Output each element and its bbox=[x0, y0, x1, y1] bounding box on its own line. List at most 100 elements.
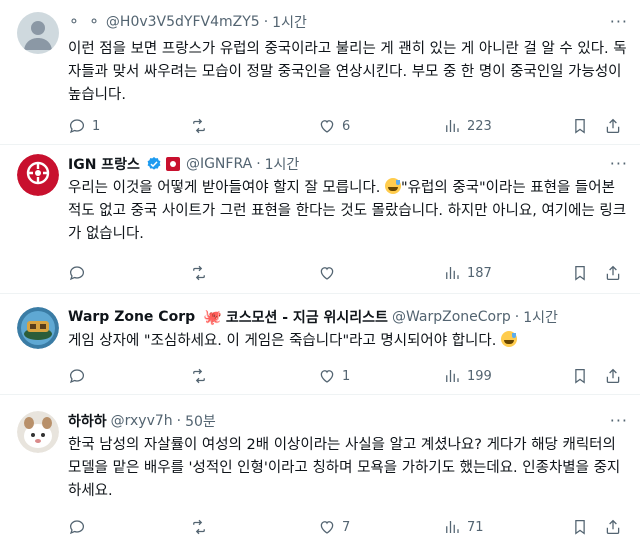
timestamp[interactable]: 1시간 bbox=[523, 307, 558, 327]
bookmark-button[interactable] bbox=[571, 264, 589, 282]
view-count: 223 bbox=[467, 118, 492, 134]
views-button[interactable]: 223 bbox=[443, 117, 492, 135]
verified-badge-icon bbox=[147, 157, 161, 170]
like-button[interactable]: 1 bbox=[318, 367, 350, 385]
avatar-hahaha[interactable] bbox=[17, 411, 59, 453]
retweet-icon bbox=[190, 117, 208, 135]
user-handle[interactable]: @WarpZoneCorp bbox=[392, 309, 511, 325]
user-handle[interactable]: @rxyv7h bbox=[111, 413, 173, 429]
tweet-actions: 1 6 223 bbox=[68, 116, 628, 136]
display-name[interactable]: Warp Zone Corp bbox=[68, 309, 195, 325]
avatar-default[interactable] bbox=[17, 12, 59, 54]
reply-icon bbox=[68, 518, 86, 536]
tweet-text: 한국 남성의 자살률이 여성의 2배 이상이라는 사실을 알고 계셨나요? 게다… bbox=[68, 437, 621, 499]
tweet-text-part: 우리는 이것을 어떻게 받아들여야 할지 잘 모릅니다. bbox=[68, 180, 386, 196]
analytics-icon bbox=[443, 518, 461, 536]
share-icon bbox=[604, 518, 622, 536]
analytics-icon bbox=[443, 264, 461, 282]
retweet-button[interactable] bbox=[190, 117, 208, 135]
tweet[interactable]: Warp Zone Corp 🐙 코스모션 - 지금 위시리스트 @WarpZo… bbox=[0, 294, 640, 395]
bookmark-button[interactable] bbox=[571, 367, 589, 385]
bookmark-icon bbox=[571, 367, 589, 385]
share-button[interactable] bbox=[604, 117, 622, 135]
tweet[interactable]: IGN 프랑스 @IGNFRA · 1시간 ··· 우리는 이것을 어떻게 받아… bbox=[0, 145, 640, 294]
reply-icon bbox=[68, 367, 86, 385]
bookmark-icon bbox=[571, 117, 589, 135]
tweet-text: 게임 상자에 "조심하세요. 이 게임은 죽습니다"라고 명시되어야 합니다. bbox=[68, 330, 628, 353]
tweet-text-part: 게임 상자에 "조심하세요. 이 게임은 죽습니다"라고 명시되어야 합니다. bbox=[68, 333, 497, 349]
octopus-emoji-icon: 🐙 bbox=[203, 308, 222, 326]
retweet-button[interactable] bbox=[190, 264, 208, 282]
retweet-icon bbox=[190, 518, 208, 536]
avatar-ign-france[interactable] bbox=[17, 154, 59, 196]
timestamp[interactable]: 1시간 bbox=[272, 12, 307, 32]
user-handle[interactable]: @H0v3V5dYFV4mZY5 bbox=[106, 14, 260, 30]
display-name[interactable]: IGN 프랑스 bbox=[68, 154, 140, 174]
user-handle[interactable]: @IGNFRA bbox=[186, 156, 252, 172]
more-options-icon[interactable]: ··· bbox=[610, 411, 628, 430]
reply-icon bbox=[68, 117, 86, 135]
more-options-icon[interactable]: ··· bbox=[610, 12, 628, 31]
tweet-header: Warp Zone Corp 🐙 코스모션 - 지금 위시리스트 @WarpZo… bbox=[68, 307, 628, 327]
analytics-icon bbox=[443, 367, 461, 385]
like-count: 7 bbox=[342, 519, 351, 535]
like-button[interactable] bbox=[318, 264, 336, 282]
share-icon bbox=[604, 117, 622, 135]
reply-button[interactable]: 1 bbox=[68, 117, 100, 135]
heart-icon bbox=[318, 518, 336, 536]
share-button[interactable] bbox=[604, 264, 622, 282]
retweet-button[interactable] bbox=[190, 518, 208, 536]
tweet-text: 우리는 이것을 어떻게 받아들여야 할지 잘 모릅니다. "유럽의 중국"이라는… bbox=[68, 177, 628, 246]
share-button[interactable] bbox=[604, 367, 622, 385]
share-icon bbox=[604, 367, 622, 385]
share-button[interactable] bbox=[604, 518, 622, 536]
tweet[interactable]: 하하하 @rxyv7h · 50분 ··· 한국 남성의 자살률이 여성의 2배… bbox=[0, 395, 640, 549]
avatar-warp-zone[interactable] bbox=[17, 307, 59, 349]
reply-count: 1 bbox=[92, 118, 101, 134]
like-count: 1 bbox=[342, 368, 351, 384]
display-name-suffix[interactable]: 코스모션 - 지금 위시리스트 bbox=[226, 307, 388, 327]
analytics-icon bbox=[443, 117, 461, 135]
tweet-header: ⚬ ⚬ @H0v3V5dYFV4mZY5 · 1시간 bbox=[68, 12, 628, 32]
bookmark-icon bbox=[571, 518, 589, 536]
separator-dot: · bbox=[176, 413, 182, 429]
tweet-text: 이런 점을 보면 프랑스가 유럽의 중국이라고 불리는 게 괜히 있는 게 아니… bbox=[68, 41, 627, 103]
heart-icon bbox=[318, 264, 336, 282]
tweet-header: IGN 프랑스 @IGNFRA · 1시간 bbox=[68, 154, 628, 174]
tweet-actions: 187 bbox=[68, 263, 628, 283]
tweet-header: 하하하 @rxyv7h · 50분 bbox=[68, 411, 628, 431]
reply-button[interactable] bbox=[68, 264, 86, 282]
views-button[interactable]: 71 bbox=[443, 518, 484, 536]
bookmark-button[interactable] bbox=[571, 117, 589, 135]
reply-button[interactable] bbox=[68, 518, 86, 536]
views-button[interactable]: 199 bbox=[443, 367, 492, 385]
separator-dot: · bbox=[256, 156, 261, 172]
timestamp[interactable]: 1시간 bbox=[265, 154, 300, 174]
like-button[interactable]: 7 bbox=[318, 518, 350, 536]
heart-icon bbox=[318, 117, 336, 135]
heart-icon bbox=[318, 367, 336, 385]
reply-icon bbox=[68, 264, 86, 282]
share-icon bbox=[604, 264, 622, 282]
retweet-icon bbox=[190, 264, 208, 282]
timestamp[interactable]: 50분 bbox=[185, 411, 216, 431]
separator-dot: · bbox=[514, 309, 520, 325]
tweet[interactable]: ⚬ ⚬ @H0v3V5dYFV4mZY5 · 1시간 ··· 이런 점을 보면 … bbox=[0, 0, 640, 145]
more-options-icon[interactable]: ··· bbox=[610, 154, 628, 173]
views-button[interactable]: 187 bbox=[443, 264, 492, 282]
view-count: 199 bbox=[467, 368, 492, 384]
bookmark-icon bbox=[571, 264, 589, 282]
affiliate-badge-icon[interactable] bbox=[165, 157, 180, 171]
like-button[interactable]: 6 bbox=[318, 117, 350, 135]
display-name[interactable]: 하하하 bbox=[68, 411, 107, 431]
tweet-actions: 1 199 bbox=[68, 366, 628, 386]
grinning-sweat-emoji-icon bbox=[500, 331, 517, 347]
retweet-icon bbox=[190, 367, 208, 385]
bookmark-button[interactable] bbox=[571, 518, 589, 536]
timeline-feed: ⚬ ⚬ @H0v3V5dYFV4mZY5 · 1시간 ··· 이런 점을 보면 … bbox=[0, 0, 640, 549]
grinning-sweat-emoji-icon bbox=[385, 178, 402, 194]
separator-dot: · bbox=[263, 14, 269, 30]
display-name[interactable]: ⚬ ⚬ bbox=[68, 14, 102, 30]
retweet-button[interactable] bbox=[190, 367, 208, 385]
reply-button[interactable] bbox=[68, 367, 86, 385]
